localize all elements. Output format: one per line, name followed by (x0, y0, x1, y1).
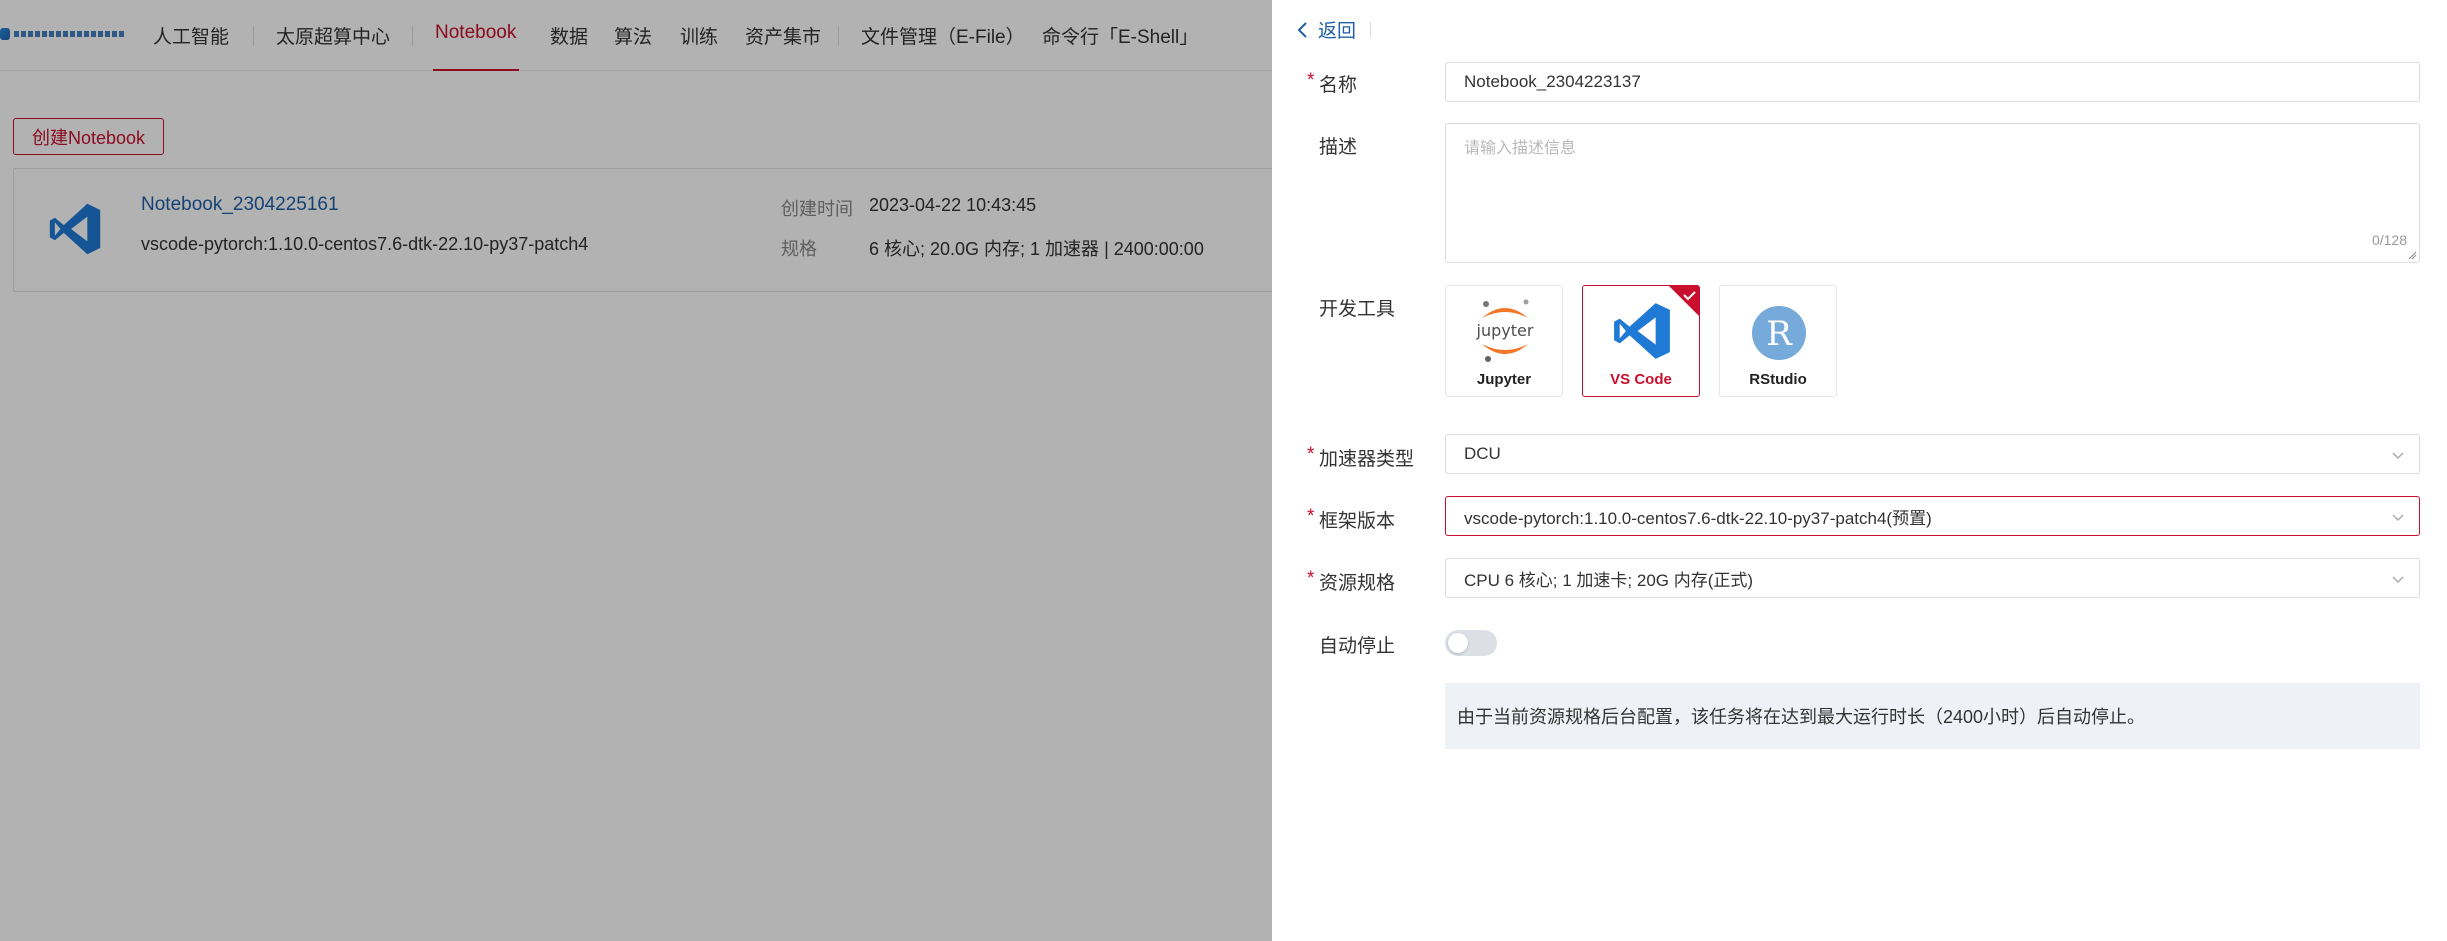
tool-name-vscode: VS Code (1610, 371, 1672, 388)
framework-value: vscode-pytorch:1.10.0-centos7.6-dtk-22.1… (1464, 508, 1932, 528)
modal-overlay[interactable] (0, 0, 1272, 941)
back-button[interactable]: 返回 (1296, 16, 1372, 43)
resource-label: 资源规格 (1319, 573, 1396, 594)
selected-check-icon (1669, 286, 1699, 316)
accelerator-select[interactable]: DCU (1445, 434, 2420, 474)
tool-name-rstudio: RStudio (1749, 371, 1807, 388)
accelerator-value: DCU (1464, 444, 1501, 463)
tool-option-jupyter[interactable]: jupyter Jupyter (1445, 285, 1563, 397)
rstudio-logo-icon: R (1752, 306, 1806, 360)
required-mark: * (1307, 70, 1315, 91)
chevron-down-icon (2392, 452, 2404, 460)
auto-stop-notice: 由于当前资源规格后台配置，该任务将在达到最大运行时长（2400小时）后自动停止。 (1445, 683, 2420, 749)
tool-option-vscode[interactable]: VS Code (1582, 285, 1700, 397)
chevron-down-icon (2392, 576, 2404, 584)
dev-tools-label: 开发工具 (1319, 299, 1396, 320)
vscode-logo-icon (1614, 303, 1670, 359)
create-notebook-drawer: 返回 * 名称 Notebook_2304223137 描述 请输入描述信息 0… (1272, 0, 2447, 941)
description-placeholder: 请输入描述信息 (1464, 140, 1577, 157)
required-mark: * (1307, 568, 1315, 589)
description-label: 描述 (1319, 137, 1358, 158)
required-mark: * (1307, 444, 1315, 465)
accelerator-label: 加速器类型 (1319, 449, 1415, 470)
required-mark: * (1307, 506, 1315, 527)
resize-handle-icon[interactable] (2407, 250, 2417, 260)
chevron-down-icon (2392, 514, 2404, 522)
resource-value: CPU 6 核心; 1 加速卡; 20G 内存(正式) (1464, 570, 1754, 590)
framework-select[interactable]: vscode-pytorch:1.10.0-centos7.6-dtk-22.1… (1445, 496, 2420, 536)
svg-text:jupyter: jupyter (1476, 321, 1534, 340)
tool-name-jupyter: Jupyter (1476, 371, 1532, 388)
auto-stop-toggle[interactable] (1445, 630, 1497, 656)
name-label: 名称 (1319, 75, 1358, 96)
svg-text:R: R (1766, 314, 1793, 354)
chevron-left-icon (1297, 21, 1307, 38)
back-label: 返回 (1318, 21, 1357, 42)
description-counter: 0/128 (2371, 232, 2407, 248)
tool-option-rstudio[interactable]: R RStudio (1719, 285, 1837, 397)
auto-stop-label: 自动停止 (1319, 636, 1396, 657)
jupyter-logo-icon: jupyter (1476, 299, 1534, 362)
name-input[interactable]: Notebook_2304223137 (1445, 62, 2420, 102)
framework-label: 框架版本 (1319, 511, 1396, 532)
description-textarea[interactable]: 请输入描述信息 0/128 (1445, 123, 2420, 263)
resource-select[interactable]: CPU 6 核心; 1 加速卡; 20G 内存(正式) (1445, 558, 2420, 598)
